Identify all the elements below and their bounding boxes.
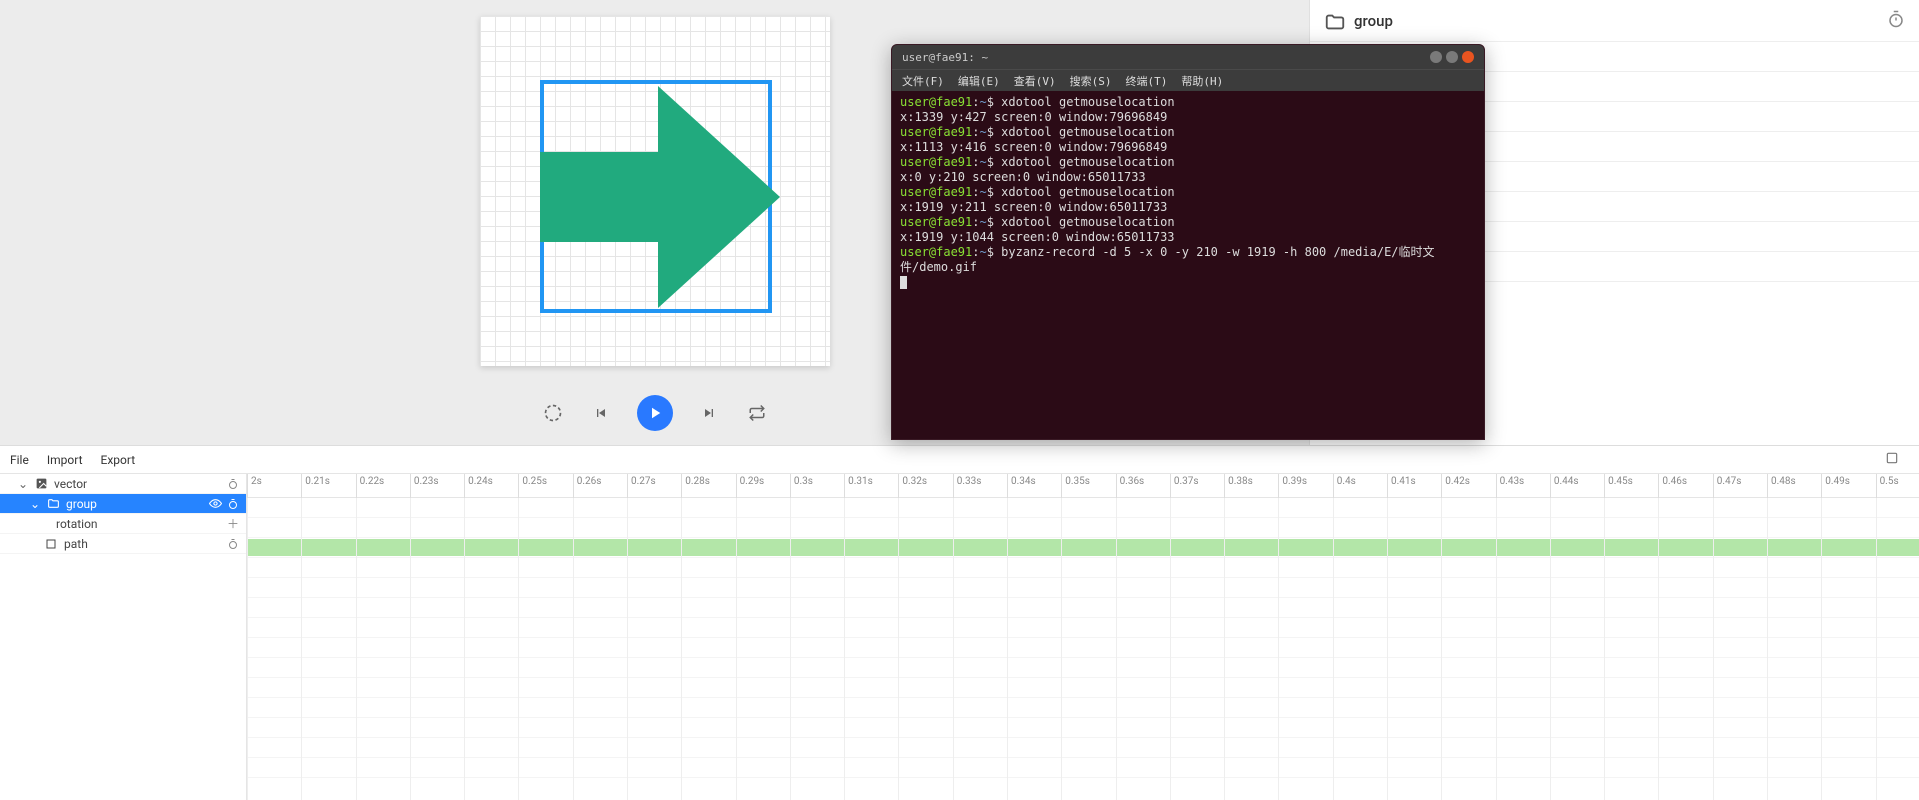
ruler-tick[interactable]: 0.23s <box>410 474 439 498</box>
terminal-body[interactable]: user@fae91:~$ xdotool getmouselocation x… <box>892 91 1484 294</box>
play-button[interactable] <box>637 395 673 431</box>
track-row[interactable] <box>247 618 1919 638</box>
track-row[interactable] <box>247 518 1919 538</box>
window-close-icon[interactable] <box>1462 51 1474 63</box>
ruler-tick[interactable]: 0.4s <box>1333 474 1356 498</box>
terminal-titlebar[interactable]: user@fae91: ~ <box>892 45 1484 69</box>
track-row[interactable] <box>247 578 1919 598</box>
menu-import[interactable]: Import <box>47 453 83 467</box>
ruler-tick[interactable]: 0.27s <box>627 474 656 498</box>
ruler-tick[interactable]: 0.36s <box>1116 474 1145 498</box>
track-row[interactable] <box>247 658 1919 678</box>
timeline-tracks[interactable]: 2s 0.21s 0.22s 0.23s 0.24s 0.25s 0.26s 0.27s 0.2… <box>247 474 1919 800</box>
track-row[interactable] <box>247 758 1919 778</box>
stopwatch-icon[interactable] <box>226 477 240 491</box>
ruler-tick[interactable]: 0.22s <box>356 474 385 498</box>
next-frame-button[interactable] <box>697 401 721 425</box>
timeline-ruler[interactable]: 2s 0.21s 0.22s 0.23s 0.24s 0.25s 0.26s 0.27s 0.2… <box>247 474 1919 498</box>
menu-export[interactable]: Export <box>101 453 136 467</box>
caret-icon[interactable]: ⌄ <box>18 477 28 491</box>
loading-icon[interactable] <box>541 401 565 425</box>
ruler-tick[interactable]: 0.3s <box>790 474 813 498</box>
ruler-tick[interactable]: 0.34s <box>1007 474 1036 498</box>
window-maximize-icon[interactable] <box>1446 51 1458 63</box>
track-row[interactable] <box>247 598 1919 618</box>
stopwatch-icon[interactable] <box>226 537 240 551</box>
track-row[interactable] <box>247 698 1919 718</box>
stopwatch-icon[interactable] <box>1887 10 1905 32</box>
ruler-tick[interactable]: 0.24s <box>464 474 493 498</box>
track-row[interactable] <box>247 678 1919 698</box>
props-title: group <box>1354 12 1393 30</box>
ruler-tick[interactable]: 0.38s <box>1224 474 1253 498</box>
ruler-tick[interactable]: 0.29s <box>736 474 765 498</box>
ruler-tick[interactable]: 0.33s <box>953 474 982 498</box>
track-row[interactable] <box>247 538 1919 558</box>
track-row[interactable] <box>247 718 1919 738</box>
caret-icon[interactable]: ⌄ <box>30 497 40 511</box>
canvas[interactable] <box>480 16 830 366</box>
loop-button[interactable] <box>745 401 769 425</box>
ruler-tick[interactable]: 0.48s <box>1767 474 1796 498</box>
menu-file[interactable]: 文件(F) <box>902 73 944 89</box>
terminal-menubar[interactable]: 文件(F) 编辑(E) 查看(V) 搜索(S) 终端(T) 帮助(H) <box>892 69 1484 91</box>
keyframe-bar[interactable] <box>247 539 1919 556</box>
timeline-toolbar: File Import Export <box>0 446 1919 474</box>
ruler-tick[interactable]: 0.44s <box>1550 474 1579 498</box>
ruler-tick[interactable]: 0.21s <box>301 474 330 498</box>
folder-icon <box>1324 11 1344 31</box>
window-minimize-icon[interactable] <box>1430 51 1442 63</box>
menu-view[interactable]: 查看(V) <box>1014 73 1056 89</box>
ruler-tick[interactable]: 0.25s <box>518 474 547 498</box>
track-row[interactable] <box>247 638 1919 658</box>
path-icon <box>44 537 58 551</box>
terminal-window[interactable]: user@fae91: ~ 文件(F) 编辑(E) 查看(V) 搜索(S) 终端… <box>891 44 1485 440</box>
track-row[interactable] <box>247 498 1919 518</box>
ruler-tick[interactable]: 0.43s <box>1496 474 1525 498</box>
eye-icon[interactable] <box>208 497 222 511</box>
menu-edit[interactable]: 编辑(E) <box>958 73 1000 89</box>
ruler-tick[interactable]: 0.49s <box>1821 474 1850 498</box>
ruler-tick[interactable]: 0.28s <box>681 474 710 498</box>
plus-icon[interactable]: ＋ <box>226 517 240 531</box>
ruler-tick[interactable]: 0.32s <box>898 474 927 498</box>
layers-toggle-icon[interactable] <box>1885 451 1899 468</box>
layers-panel: ⌄ vector ⌄ group <box>0 474 247 800</box>
image-icon <box>34 477 48 491</box>
ruler-tick[interactable]: 0.37s <box>1170 474 1199 498</box>
menu-terminal[interactable]: 终端(T) <box>1126 73 1168 89</box>
layer-label: group <box>66 497 202 511</box>
layer-rotation[interactable]: rotation ＋ <box>0 514 246 534</box>
folder-icon <box>46 497 60 511</box>
ruler-tick[interactable]: 0.42s <box>1441 474 1470 498</box>
layer-vector[interactable]: ⌄ vector <box>0 474 246 494</box>
track-row[interactable] <box>247 558 1919 578</box>
layer-path[interactable]: path <box>0 534 246 554</box>
layer-label: rotation <box>56 517 220 531</box>
terminal-title: user@fae91: ~ <box>902 51 988 64</box>
ruler-tick[interactable]: 0.5s <box>1876 474 1899 498</box>
layer-label: path <box>64 537 220 551</box>
menu-help[interactable]: 帮助(H) <box>1181 73 1223 89</box>
layer-group[interactable]: ⌄ group <box>0 494 246 514</box>
ruler-tick[interactable]: 0.31s <box>844 474 873 498</box>
prev-frame-button[interactable] <box>589 401 613 425</box>
menu-file[interactable]: File <box>10 453 29 467</box>
ruler-tick[interactable]: 0.45s <box>1604 474 1633 498</box>
arrow-shape[interactable] <box>540 86 780 308</box>
ruler-tick[interactable]: 0.39s <box>1278 474 1307 498</box>
canvas-area: user@fae91: ~ 文件(F) 编辑(E) 查看(V) 搜索(S) 终端… <box>0 0 1309 445</box>
stopwatch-icon[interactable] <box>226 497 240 511</box>
ruler-tick[interactable]: 0.47s <box>1713 474 1742 498</box>
track-row[interactable] <box>247 738 1919 758</box>
layer-label: vector <box>54 477 220 491</box>
ruler-tick[interactable]: 0.46s <box>1658 474 1687 498</box>
ruler-tick[interactable]: 2s <box>247 474 262 498</box>
ruler-tick[interactable]: 0.26s <box>573 474 602 498</box>
ruler-tick[interactable]: 0.41s <box>1387 474 1416 498</box>
ruler-tick[interactable]: 0.35s <box>1061 474 1090 498</box>
menu-search[interactable]: 搜索(S) <box>1070 73 1112 89</box>
